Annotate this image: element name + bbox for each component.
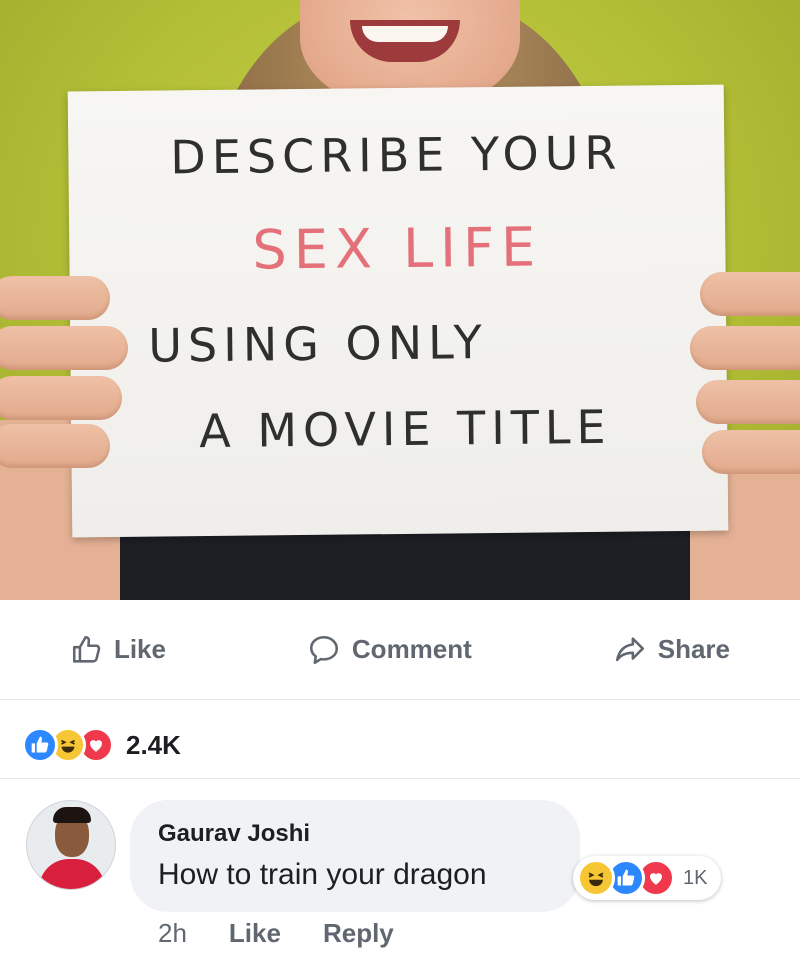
post-photo[interactable]: DESCRIBE YOUR SEX LIFE USING ONLY A MOVI… — [0, 0, 800, 600]
right-finger — [696, 380, 800, 424]
right-finger — [690, 326, 800, 370]
left-finger — [0, 376, 122, 420]
avatar[interactable] — [26, 800, 116, 890]
reaction-summary[interactable]: 2.4K — [22, 722, 181, 768]
handwritten-sign: DESCRIBE YOUR SEX LIFE USING ONLY A MOVI… — [67, 84, 729, 538]
like-icon — [22, 727, 58, 763]
comment-button-label: Comment — [351, 634, 472, 664]
reaction-count: 2.4K — [126, 729, 181, 760]
comment-reaction-count: 1K — [683, 866, 708, 889]
comment-button[interactable]: Comment — [306, 633, 472, 667]
share-arrow-icon — [612, 633, 648, 667]
like-button-label: Like — [113, 634, 166, 664]
left-finger — [0, 276, 110, 320]
avatar-hair — [53, 807, 91, 823]
comment-bubble-icon — [306, 633, 342, 667]
avatar-body — [39, 859, 105, 889]
divider — [0, 778, 800, 779]
thumbs-up-icon — [70, 633, 104, 667]
left-finger — [0, 424, 110, 468]
sign-line-2: SEX LIFE — [252, 215, 543, 282]
right-finger — [702, 430, 800, 474]
comment-bubble: Gaurav Joshi How to train your dragon — [130, 800, 580, 912]
comment-reaction-summary[interactable]: 1K — [573, 856, 722, 900]
comment-timestamp[interactable]: 2h — [158, 918, 187, 949]
photo-teeth — [362, 26, 448, 42]
post-action-bar: Like Comment Share — [0, 600, 800, 700]
sign-line-4: A MOVIE TITLE — [198, 399, 612, 459]
share-button-label: Share — [657, 634, 730, 664]
like-button[interactable]: Like — [70, 633, 166, 667]
comment-author[interactable]: Gaurav Joshi — [158, 820, 310, 848]
share-button[interactable]: Share — [612, 633, 730, 667]
sign-line-3: USING ONLY — [148, 315, 488, 373]
sign-line-1: DESCRIBE YOUR — [170, 125, 623, 185]
comment-meta: 2h Like Reply — [158, 918, 394, 949]
comment-like-link[interactable]: Like — [229, 918, 281, 949]
left-finger — [0, 326, 128, 370]
right-finger — [700, 272, 800, 316]
comment-text: How to train your dragon — [158, 858, 487, 891]
haha-icon — [577, 859, 615, 897]
comment-reply-link[interactable]: Reply — [323, 918, 394, 949]
